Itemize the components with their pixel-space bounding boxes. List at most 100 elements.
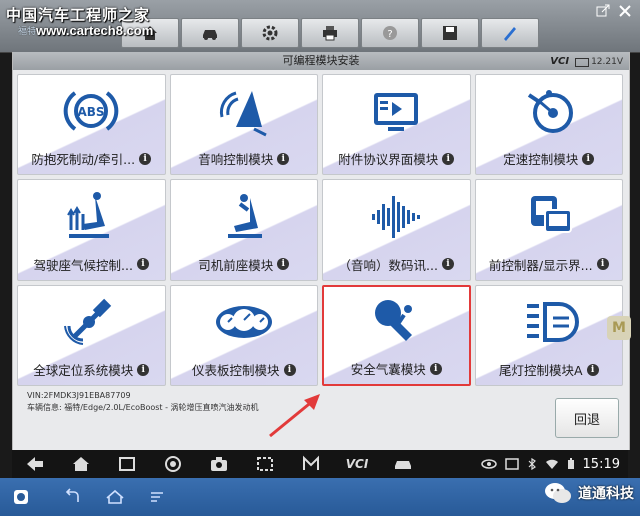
module-tile-driver-seat[interactable]: 司机前座模块 i — [169, 179, 318, 281]
clock: 15:19 — [582, 456, 620, 472]
watermark-site-name: 中国汽车工程师之家 — [6, 6, 151, 24]
edit-button[interactable] — [481, 18, 539, 48]
tail-light-icon — [519, 296, 579, 348]
module-tile-cruise-control[interactable]: 定速控制模块 i — [474, 74, 623, 176]
side-tab-m[interactable]: M — [607, 316, 631, 340]
svg-text:?: ? — [387, 29, 392, 40]
wechat-account: 道通科技 — [578, 486, 634, 502]
help-button[interactable]: ? — [361, 18, 419, 48]
system-back-button[interactable] — [52, 482, 94, 512]
toolbar-buttons: ? — [120, 18, 540, 48]
abs-icon: ABS — [61, 85, 121, 137]
gear-icon — [262, 25, 278, 41]
watermark-site-url: www.cartech8.com — [36, 23, 154, 38]
module-label: 附件协议界面模块 i — [329, 149, 464, 168]
home-nav-button[interactable] — [58, 452, 104, 476]
module-tile-tail-light[interactable]: 尾灯控制模块A i — [474, 284, 623, 386]
bluetooth-icon — [528, 458, 536, 470]
voltage-value: 12.21V — [591, 57, 623, 67]
info-icon[interactable]: i — [586, 363, 599, 376]
module-label: 司机前座模块 i — [177, 255, 312, 274]
module-tile-accessory-interface[interactable]: 附件协议界面模块 i — [322, 74, 471, 176]
module-tile-gps[interactable]: 全球定位系统模块 i — [17, 284, 166, 386]
maxifix-button[interactable] — [288, 452, 334, 476]
module-panel: 可编程模块安装 VCI 12.21V ABS 防抱死制动/牵引... i 音响控制… — [12, 52, 631, 450]
module-label: 尾灯控制模块A i — [482, 360, 617, 379]
info-icon[interactable]: i — [596, 258, 609, 271]
back-button[interactable]: 回退 — [555, 398, 619, 438]
vci-label: VCI — [345, 457, 369, 471]
module-label: 防抱死制动/牵引... i — [24, 149, 159, 168]
autel-app-button[interactable] — [0, 482, 42, 512]
module-label: 全球定位系统模块 i — [24, 360, 159, 379]
save-icon — [443, 26, 457, 40]
wechat-icon — [545, 483, 571, 503]
cruise-control-icon — [519, 85, 579, 137]
module-tile-audio-control[interactable]: 音响控制模块 i — [169, 74, 318, 176]
battery-icon — [567, 458, 574, 469]
battery-icon — [575, 57, 590, 67]
image-icon — [504, 458, 519, 470]
airbag-icon — [366, 297, 426, 349]
module-tile-digital-audio[interactable]: （音响）数码讯... i — [322, 179, 471, 281]
share-icon[interactable] — [596, 3, 610, 17]
info-icon[interactable]: i — [283, 363, 296, 376]
module-tile-abs[interactable]: ABS 防抱死制动/牵引... i — [17, 74, 166, 176]
audio-control-icon — [214, 85, 274, 137]
info-icon[interactable]: i — [137, 363, 150, 376]
back-arrow-icon — [65, 488, 79, 502]
vehicle-info: VIN:2FMDK3J91EBA87709 车辆信息: 福特/Edge/2.0L… — [27, 390, 259, 414]
wifi-icon — [545, 459, 558, 469]
info-icon[interactable]: i — [441, 258, 454, 271]
browser-button[interactable] — [150, 452, 196, 476]
watermark-brand: 福特 — [18, 27, 37, 37]
instrument-cluster-icon — [214, 296, 274, 348]
wechat-watermark: 道通科技 — [544, 481, 634, 505]
chrome-icon — [165, 456, 181, 472]
app-badge-icon — [14, 490, 28, 504]
driver-seat-icon — [214, 190, 274, 242]
module-tile-instrument-cluster[interactable]: 仪表板控制模块 i — [169, 284, 318, 386]
red-arrow-icon — [269, 394, 320, 438]
help-icon: ? — [383, 26, 397, 40]
car-icon — [395, 461, 411, 469]
info-icon[interactable]: i — [277, 152, 290, 165]
vehicle-menu-button[interactable] — [380, 452, 426, 476]
info-icon[interactable]: i — [442, 152, 455, 165]
page-title: 可编程模块安装 — [282, 54, 360, 67]
info-icon[interactable]: i — [429, 362, 442, 375]
system-home-button[interactable] — [94, 482, 136, 512]
window-controls — [596, 3, 632, 17]
m-logo-icon — [303, 455, 319, 470]
status-area: 15:19 — [480, 456, 628, 472]
settings-button[interactable] — [241, 18, 299, 48]
menu-icon — [151, 492, 163, 502]
vci-status: VCI 12.21V — [550, 53, 623, 71]
home-icon — [106, 489, 124, 504]
svg-text:ABS: ABS — [78, 105, 105, 119]
info-icon[interactable]: i — [139, 152, 152, 165]
recent-apps-button[interactable] — [104, 452, 150, 476]
module-label: 前控制器/显示界... i — [482, 255, 617, 274]
print-button[interactable] — [301, 18, 359, 48]
eye-icon — [480, 459, 497, 469]
close-icon[interactable] — [618, 3, 632, 17]
module-tile-seat-climate[interactable]: 驾驶座气候控制... i — [17, 179, 166, 281]
system-menu-button[interactable] — [136, 482, 178, 512]
info-icon[interactable]: i — [277, 258, 290, 271]
save-button[interactable] — [421, 18, 479, 48]
vehicle-button[interactable] — [181, 18, 239, 48]
module-grid: ABS 防抱死制动/牵引... i 音响控制模块 i 附件协议界面模块 i 定速控制模… — [17, 74, 623, 386]
info-icon[interactable]: i — [582, 152, 595, 165]
vehicle-description: 车辆信息: 福特/Edge/2.0L/EcoBoost - 涡轮增压直喷汽油发动… — [27, 403, 259, 412]
sound-wave-icon — [366, 190, 426, 242]
camera-button[interactable] — [196, 452, 242, 476]
module-tile-front-controller[interactable]: 前控制器/显示界... i — [474, 179, 623, 281]
back-nav-button[interactable] — [12, 452, 58, 476]
app-bottom-bar: VCI 15:19 — [12, 450, 628, 478]
module-tile-airbag[interactable]: 安全气囊模块 i — [322, 284, 471, 386]
vci-button[interactable]: VCI — [334, 452, 380, 476]
info-icon[interactable]: i — [136, 258, 149, 271]
pen-icon — [504, 27, 516, 41]
screenshot-button[interactable] — [242, 452, 288, 476]
